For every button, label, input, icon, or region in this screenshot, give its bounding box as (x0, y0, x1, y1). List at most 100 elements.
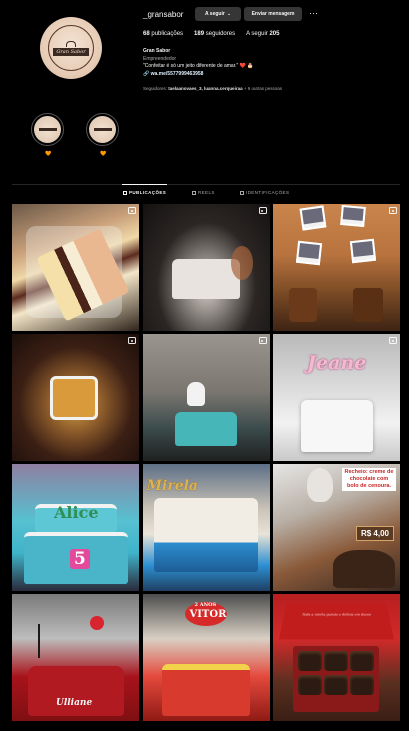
cake-shape (175, 412, 237, 446)
profile-stats: 68 publicações 189 seguidores A seguir 2… (143, 31, 279, 37)
post-tile[interactable] (273, 204, 400, 331)
active-tab-indicator (122, 184, 167, 185)
tab-tagged[interactable]: IDENTIFICAÇÕES (240, 190, 289, 195)
cake-topper-text: Jeane (307, 352, 367, 374)
ellipsis-icon[interactable]: ··· (309, 9, 318, 18)
bio-category: Empreendedor (143, 55, 177, 62)
bio-name: Gran Sabor (143, 48, 171, 54)
post-tile[interactable]: Mirela (142, 464, 270, 591)
followers-label: seguidores (205, 31, 236, 37)
highlight-label-1: 🧡 (45, 151, 52, 157)
cake-name-text: Alice (54, 503, 99, 522)
post-tile[interactable]: Ulliane (12, 594, 139, 721)
sweet-box (50, 376, 98, 420)
highlight-cover (34, 116, 61, 143)
brownie (350, 675, 374, 695)
story-highlight-1[interactable] (31, 113, 64, 146)
filling-note: Recheio: creme de chocolate com bolo de … (342, 468, 396, 491)
post-tile[interactable] (12, 204, 139, 331)
tabs-divider (12, 184, 400, 185)
brownie (298, 675, 322, 695)
pinned-icon (389, 207, 397, 214)
bunny-topper (186, 382, 205, 406)
followed-by-prefix: Seguidores: (143, 86, 169, 91)
cake-shape (172, 259, 240, 299)
photo-print (299, 205, 327, 231)
price-tag: R$ 4,00 (355, 526, 394, 541)
treat-shape (353, 288, 383, 322)
tab-reels[interactable]: REELS (192, 190, 215, 195)
profile-avatar[interactable]: Gran Sabor (40, 17, 102, 79)
posts-stat[interactable]: 68 publicações (143, 31, 183, 37)
cake-name-text: VITOR (189, 609, 227, 620)
chocolate-egg (333, 550, 395, 588)
skull-lollipop (307, 468, 333, 502)
cake-topper-text: Mirela (146, 478, 199, 494)
bio-link-text: wa.me/5577999463958 (150, 70, 204, 77)
following-label: A seguir (246, 31, 268, 37)
cake-name-text: Ulliane (56, 698, 93, 708)
tab-tagged-label: IDENTIFICAÇÕES (246, 190, 290, 195)
tree-topper (38, 624, 40, 658)
following-button[interactable]: A seguir ⌄ (195, 7, 241, 21)
send-message-button[interactable]: Enviar mensagem (244, 7, 302, 21)
tagged-icon (240, 190, 244, 195)
treat-shape (289, 288, 317, 322)
box-lid-text: Toda a minha paixão e delícia em doces (301, 612, 372, 617)
pinned-icon (258, 207, 267, 214)
reels-icon (192, 190, 196, 195)
post-tile[interactable] (142, 204, 270, 331)
cake-shape (300, 400, 373, 452)
followed-by[interactable]: Seguidores: taelaanovaes_3, luanna.cerqu… (143, 86, 282, 91)
brownie (324, 651, 348, 671)
followed-by-suffix: + 9 outras pessoas (242, 86, 282, 91)
pinned-icon (128, 337, 136, 344)
cake-shape (162, 664, 250, 716)
highlight-cover (89, 116, 116, 143)
bio-quote: "Confeitar é só um jeito diferente de am… (143, 63, 254, 69)
following-stat[interactable]: A seguir 205 (246, 31, 279, 37)
story-highlight-2[interactable] (86, 113, 119, 146)
brownie (298, 651, 322, 671)
profile-username: _gransabor (143, 10, 184, 19)
followers-count: 189 (194, 31, 205, 37)
cake-age-number: 5 (70, 549, 90, 569)
heart-topper (90, 616, 104, 630)
cake-age-text: 2 ANOS (194, 602, 217, 608)
following-button-label: A seguir (204, 11, 225, 17)
brownie (350, 651, 374, 671)
pinned-icon (128, 207, 136, 214)
post-tile[interactable] (142, 334, 270, 461)
followers-stat[interactable]: 189 seguidores (194, 31, 235, 37)
link-icon: 🔗 (143, 70, 151, 77)
posts-label: publicações (151, 31, 184, 37)
photo-print (349, 238, 377, 264)
tab-posts[interactable]: PUBLICAÇÕES (123, 190, 166, 195)
cake-shape (154, 498, 258, 572)
pinned-icon (389, 337, 397, 344)
post-tile[interactable]: Alice 5 (12, 464, 139, 591)
bio-link[interactable]: 🔗 wa.me/5577999463958 (143, 71, 254, 79)
post-tile[interactable]: Recheio: creme de chocolate com bolo de … (273, 464, 400, 591)
post-tile[interactable]: Jeane (273, 334, 400, 461)
tab-reels-label: REELS (198, 190, 215, 195)
post-tile[interactable]: 2 ANOS VITOR (142, 594, 270, 721)
following-count: 205 (269, 31, 280, 37)
posts-count: 68 (143, 31, 150, 37)
pinned-icon (258, 337, 267, 344)
cake-shape (27, 666, 124, 716)
photo-print (295, 240, 323, 266)
photo-print (340, 204, 366, 228)
posts-grid: Jeane Alice 5 Mirela Recheio: creme de c… (12, 204, 400, 721)
brownie (324, 675, 348, 695)
flowers-shape (230, 246, 253, 280)
chef-hat-icon (66, 40, 76, 47)
profile-bio: Gran Sabor Empreendedor "Confeitar é só … (143, 48, 254, 78)
post-tile[interactable]: Toda a minha paixão e delícia em doces (273, 594, 400, 721)
grid-icon (123, 190, 127, 195)
followed-by-names: taelaanovaes_3, luanna.cerqueiraa (168, 86, 243, 91)
avatar-logo-text: Gran Sabor (53, 47, 89, 56)
box-lid: Toda a minha paixão e delícia em doces (278, 603, 395, 640)
tab-posts-label: PUBLICAÇÕES (129, 190, 167, 195)
post-tile[interactable] (12, 334, 139, 461)
